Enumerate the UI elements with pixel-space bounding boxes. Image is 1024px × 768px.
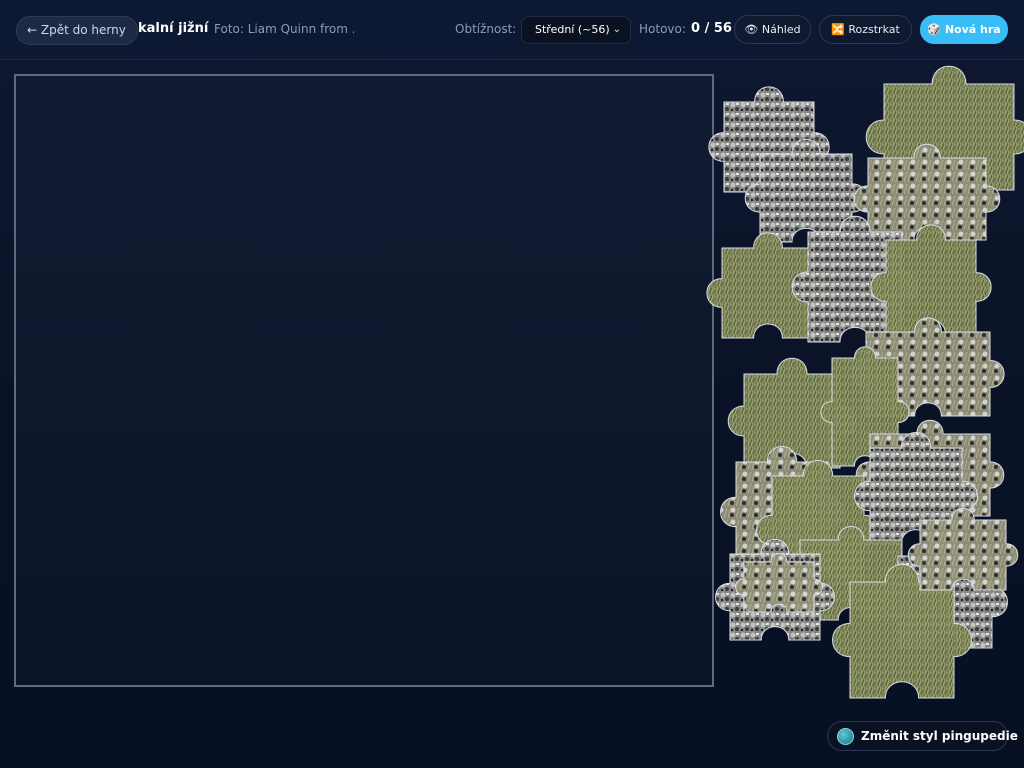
change-style-button[interactable]: Změnit styl pingupedie (827, 721, 1018, 751)
difficulty-label: Obtížnost: (455, 22, 517, 36)
progress-count: 0 / 56 (691, 21, 732, 36)
shuffle-button[interactable]: 🔀 Rozstrkat (819, 15, 912, 44)
change-style-label: Změnit styl pingupedie (861, 729, 1018, 743)
new-game-button[interactable]: 🎲 Nová hra (920, 15, 1008, 44)
puzzle-piece[interactable] (870, 224, 992, 335)
puzzle-pieces[interactable] (700, 62, 1024, 702)
difficulty-value: Střední (~56) (535, 23, 610, 36)
puzzle-title: kalní jižní (138, 21, 209, 36)
puzzle-piece[interactable] (735, 553, 823, 613)
palette-icon (837, 728, 854, 745)
puzzle-board[interactable] (14, 74, 714, 687)
photo-credit: Foto: Liam Quinn from ... (214, 22, 354, 36)
preview-button[interactable]: 👁 Náhled (734, 15, 811, 44)
top-bar: ← Zpět do herny kalní jižní Foto: Liam Q… (0, 0, 1024, 60)
chevron-down-icon: ⌄ (612, 24, 621, 35)
difficulty-select[interactable]: Střední (~56) ⌄ (521, 16, 631, 44)
back-to-lobby-button[interactable]: ← Zpět do herny (16, 16, 138, 45)
progress-label: Hotovo: (639, 22, 686, 36)
puzzle-piece[interactable] (907, 507, 1019, 591)
piece-tray[interactable] (700, 62, 1024, 702)
